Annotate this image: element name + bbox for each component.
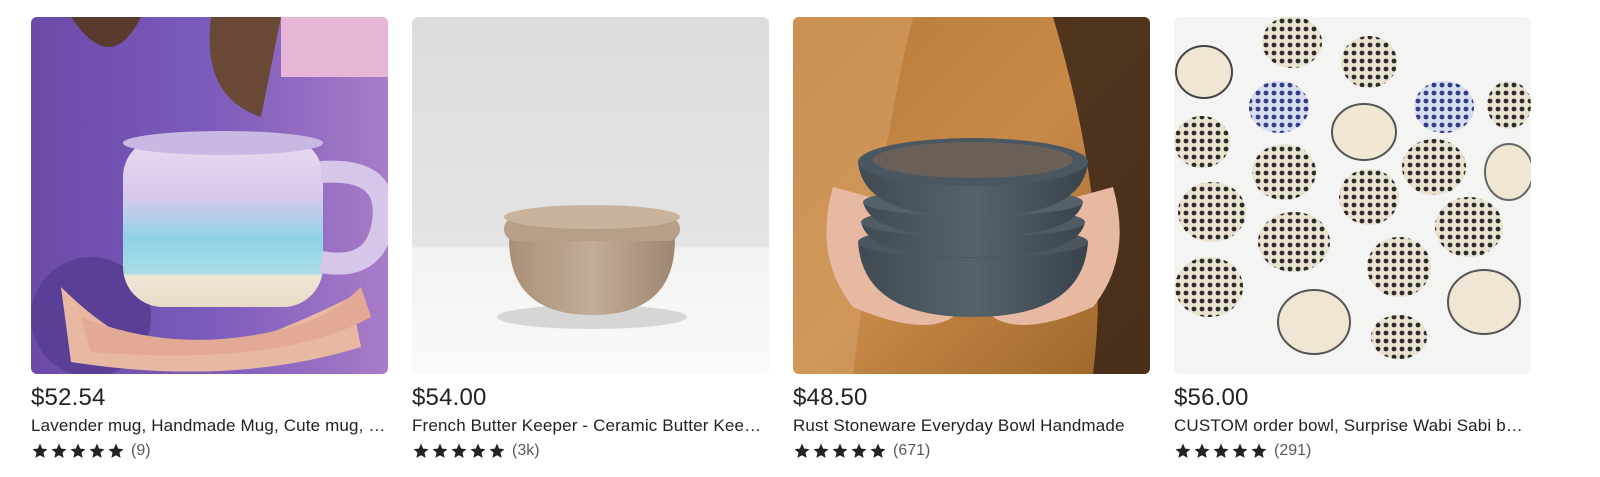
listing-image-dotted-bowls[interactable] — [1174, 17, 1531, 374]
listing-image-lavender-mug[interactable] — [31, 17, 388, 374]
review-count: (9) — [131, 442, 151, 459]
star-icon — [50, 442, 68, 460]
listing-title[interactable]: Rust Stoneware Everyday Bowl Handmade — [793, 415, 1150, 437]
star-icon — [469, 442, 487, 460]
listing-image-butter-keeper[interactable] — [412, 17, 769, 374]
review-count: (671) — [893, 442, 931, 459]
listing-title[interactable]: Lavender mug, Handmade Mug, Cute mug, Ce… — [31, 415, 388, 437]
star-icon — [107, 442, 125, 460]
listing-title[interactable]: CUSTOM order bowl, Surprise Wabi Sabi bo… — [1174, 415, 1531, 437]
listing-rating: (291) — [1174, 439, 1531, 463]
star-icon — [450, 442, 468, 460]
listing-price: $52.54 — [31, 384, 106, 411]
star-icon — [793, 442, 811, 460]
listing-grid: $52.54 Lavender mug, Handmade Mug, Cute … — [31, 17, 1531, 463]
listing-price: $56.00 — [1174, 384, 1249, 411]
listing-rating: (671) — [793, 439, 1150, 463]
listing-rating: (3k) — [412, 439, 769, 463]
star-icon — [1250, 442, 1268, 460]
star-icon — [850, 442, 868, 460]
listing-title[interactable]: French Butter Keeper - Ceramic Butter Ke… — [412, 415, 769, 437]
listing-card[interactable]: $56.00 CUSTOM order bowl, Surprise Wabi … — [1174, 17, 1531, 463]
listing-card[interactable]: $52.54 Lavender mug, Handmade Mug, Cute … — [31, 17, 388, 463]
listing-image-stoneware-bowls[interactable] — [793, 17, 1150, 374]
listing-rating: (9) — [31, 439, 388, 463]
star-icon — [869, 442, 887, 460]
star-icon — [412, 442, 430, 460]
star-rating — [412, 442, 506, 460]
star-icon — [488, 442, 506, 460]
star-icon — [1212, 442, 1230, 460]
star-icon — [1231, 442, 1249, 460]
star-icon — [831, 442, 849, 460]
star-icon — [69, 442, 87, 460]
star-icon — [88, 442, 106, 460]
star-rating — [1174, 442, 1268, 460]
listing-price: $54.00 — [412, 384, 487, 411]
star-icon — [431, 442, 449, 460]
listing-price: $48.50 — [793, 384, 868, 411]
review-count: (3k) — [512, 442, 540, 459]
star-icon — [1193, 442, 1211, 460]
listing-card[interactable]: $48.50 Rust Stoneware Everyday Bowl Hand… — [793, 17, 1150, 463]
star-icon — [31, 442, 49, 460]
star-icon — [1174, 442, 1192, 460]
star-icon — [812, 442, 830, 460]
review-count: (291) — [1274, 442, 1312, 459]
star-rating — [793, 442, 887, 460]
listing-card[interactable]: $54.00 French Butter Keeper - Ceramic Bu… — [412, 17, 769, 463]
star-rating — [31, 442, 125, 460]
